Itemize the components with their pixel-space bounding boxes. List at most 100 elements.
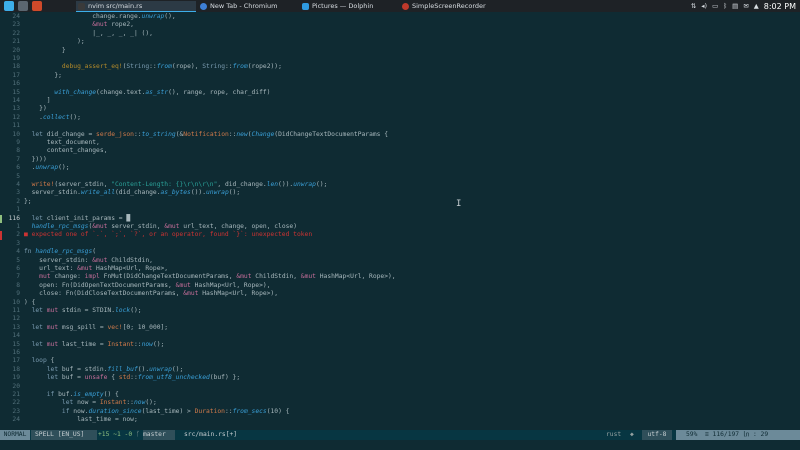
code-token: }; <box>24 197 32 205</box>
code-line[interactable]: 24 last_time = now; <box>0 416 800 424</box>
line-number: 12 <box>12 113 20 121</box>
code-line[interactable]: 19 <box>0 55 800 63</box>
code-line[interactable]: 14 <box>0 332 800 340</box>
code-line[interactable]: 12 <box>0 315 800 323</box>
code-line[interactable]: 6 .unwrap(); <box>0 164 800 172</box>
code-line[interactable]: 3 server_stdin.write_all(did_change.as_b… <box>0 189 800 197</box>
clock[interactable]: 8:02 PM <box>764 2 796 11</box>
code-token: Instant <box>107 340 134 348</box>
line-number: 14 <box>12 332 20 340</box>
line-number: 1 <box>16 206 20 214</box>
task-label: New Tab - Chromium <box>210 2 278 10</box>
code-line[interactable]: 6 url_text: &mut HashMap<Url, Rope>, <box>0 265 800 273</box>
code-line[interactable]: 18 debug_assert_eq!(String::from(rope), … <box>0 63 800 71</box>
code-line[interactable]: 20 <box>0 383 800 391</box>
code-line[interactable]: 19 let buf = unsafe { std::from_utf8_unc… <box>0 374 800 382</box>
expand-tray-icon[interactable]: ▲ <box>754 2 759 10</box>
code-line[interactable]: 3 <box>0 240 800 248</box>
code-token: (rope2)); <box>247 63 282 71</box>
line-number: 18 <box>12 365 20 373</box>
line-number: 15 <box>12 88 20 96</box>
code-token: (did_change. <box>115 189 161 197</box>
code-token: () { <box>103 391 119 398</box>
task-dolphin[interactable]: Pictures — Dolphin <box>300 1 398 11</box>
code-line[interactable]: 116 let client_init_params = █ <box>0 214 800 223</box>
code-line[interactable]: 15 let mut last_time = Instant::now(); <box>0 341 800 349</box>
volume-icon[interactable]: ◂) <box>701 2 707 10</box>
network-icon[interactable]: ⇅ <box>691 2 696 10</box>
code-token: String <box>202 63 225 71</box>
code-line[interactable]: 20 } <box>0 47 800 55</box>
code-line[interactable]: 8 content_changes, <box>0 147 800 155</box>
command-line[interactable] <box>0 440 800 450</box>
code-line[interactable]: 13 let mut msg_spill = vec![0; 10_000]; <box>0 324 800 332</box>
code-token: mut <box>39 273 51 281</box>
code-line[interactable]: 24 change.range.unwrap(), <box>0 13 800 21</box>
code-line[interactable]: 23 if now.duration_since(last_time) > Du… <box>0 408 800 416</box>
code-token: let <box>46 374 59 382</box>
code-line[interactable]: 7 }))) <box>0 156 800 164</box>
code-line[interactable]: 17 loop { <box>0 357 800 365</box>
code-token: server_stdin. <box>24 189 81 197</box>
code-token: from_secs <box>232 407 267 415</box>
code-line[interactable]: 18 let buf = stdin.fill_buf().unwrap(); <box>0 366 800 374</box>
code-line[interactable]: 16 <box>0 80 800 88</box>
code-line[interactable]: 23 &mut rope2, <box>0 21 800 29</box>
editor-buffer[interactable]: 24 change.range.unwrap(), 23 &mut rope2, 2… <box>0 12 800 430</box>
code-line[interactable]: 13 }) <box>0 105 800 113</box>
line-number: 23 <box>12 407 20 415</box>
code-line[interactable]: 17 }; <box>0 72 800 80</box>
code-line[interactable]: 7 mut change: impl FnMut(DidChangeTextDo… <box>0 273 800 281</box>
terminal-launcher-icon[interactable] <box>18 1 28 11</box>
task-chromium[interactable]: New Tab - Chromium <box>198 1 296 11</box>
code-line[interactable]: 5 <box>0 173 800 181</box>
code-line[interactable]: 9 close: Fn(DidCloseTextDocumentParams, … <box>0 290 800 298</box>
code-line[interactable]: 14 ] <box>0 97 800 105</box>
code-line[interactable]: 1 <box>0 206 800 214</box>
code-line[interactable]: 11 let mut stdin = STDIN.lock(); <box>0 307 800 315</box>
notifications-icon[interactable]: ✉ <box>743 2 748 10</box>
line-number: 116 <box>8 214 20 222</box>
code-token: Notification <box>183 130 229 138</box>
code-line[interactable]: 10 let did_change = serde_json::to_strin… <box>0 131 800 139</box>
code-line[interactable]: 9 text_document, <box>0 139 800 147</box>
code-line[interactable]: 2}; <box>0 198 800 206</box>
code-line[interactable]: 8 open: Fn(DidOpenTextDocumentParams, &m… <box>0 282 800 290</box>
battery-icon[interactable]: ▭ <box>712 2 718 10</box>
code-token: write_all <box>80 189 115 197</box>
code-line[interactable]: 11 <box>0 122 800 130</box>
clipboard-icon[interactable]: ▤ <box>732 2 738 10</box>
line-code: with_change(change.text.as_str(), range,… <box>24 89 270 97</box>
line-code: url_text: &mut HashMap<Url, Rope>, <box>24 265 168 273</box>
code-line[interactable]: 12 .collect(); <box>0 114 800 122</box>
task-ssr[interactable]: SimpleScreenRecorder <box>400 1 500 11</box>
line-number: 12 <box>12 315 20 323</box>
code-token: :: <box>130 374 138 382</box>
code-line[interactable]: 2 ■ expected one of `.`, `;`, `?`, or an … <box>0 231 800 240</box>
code-line[interactable]: 21 if buf.is_empty() { <box>0 391 800 399</box>
code-token: did_change = <box>42 130 97 138</box>
code-line[interactable]: 21 ); <box>0 38 800 46</box>
code-line[interactable]: 4 fn handle_rpc_msgs( <box>0 248 800 256</box>
code-token: len <box>266 181 279 188</box>
code-token: fill_buf <box>107 365 138 373</box>
code-line[interactable]: 15 with_change(change.text.as_str(), ran… <box>0 89 800 97</box>
code-token: (); <box>315 181 328 188</box>
line-code: mut change: impl FnMut(DidChangeTextDocu… <box>24 273 395 281</box>
code-token: vec! <box>107 323 123 331</box>
app-launcher-icon[interactable] <box>4 1 14 11</box>
code-line[interactable]: 5 server_stdin: &mut ChildStdin, <box>0 257 800 265</box>
task-nvim[interactable]: nvim src/main.rs <box>76 1 196 12</box>
code-line[interactable]: 22 let now = Instant::now(); <box>0 399 800 407</box>
mode-indicator: NORMAL <box>0 430 30 440</box>
code-token: . <box>24 164 36 172</box>
browser-launcher-icon[interactable] <box>32 1 42 11</box>
code-token: is_empty <box>73 391 104 398</box>
code-line[interactable]: 16 <box>0 349 800 357</box>
code-line[interactable]: 22 |_, _, _, _| (), <box>0 30 800 38</box>
bluetooth-icon[interactable]: ᛒ <box>723 2 727 10</box>
code-line[interactable]: 10) { <box>0 299 800 307</box>
code-token: now <box>133 399 146 407</box>
